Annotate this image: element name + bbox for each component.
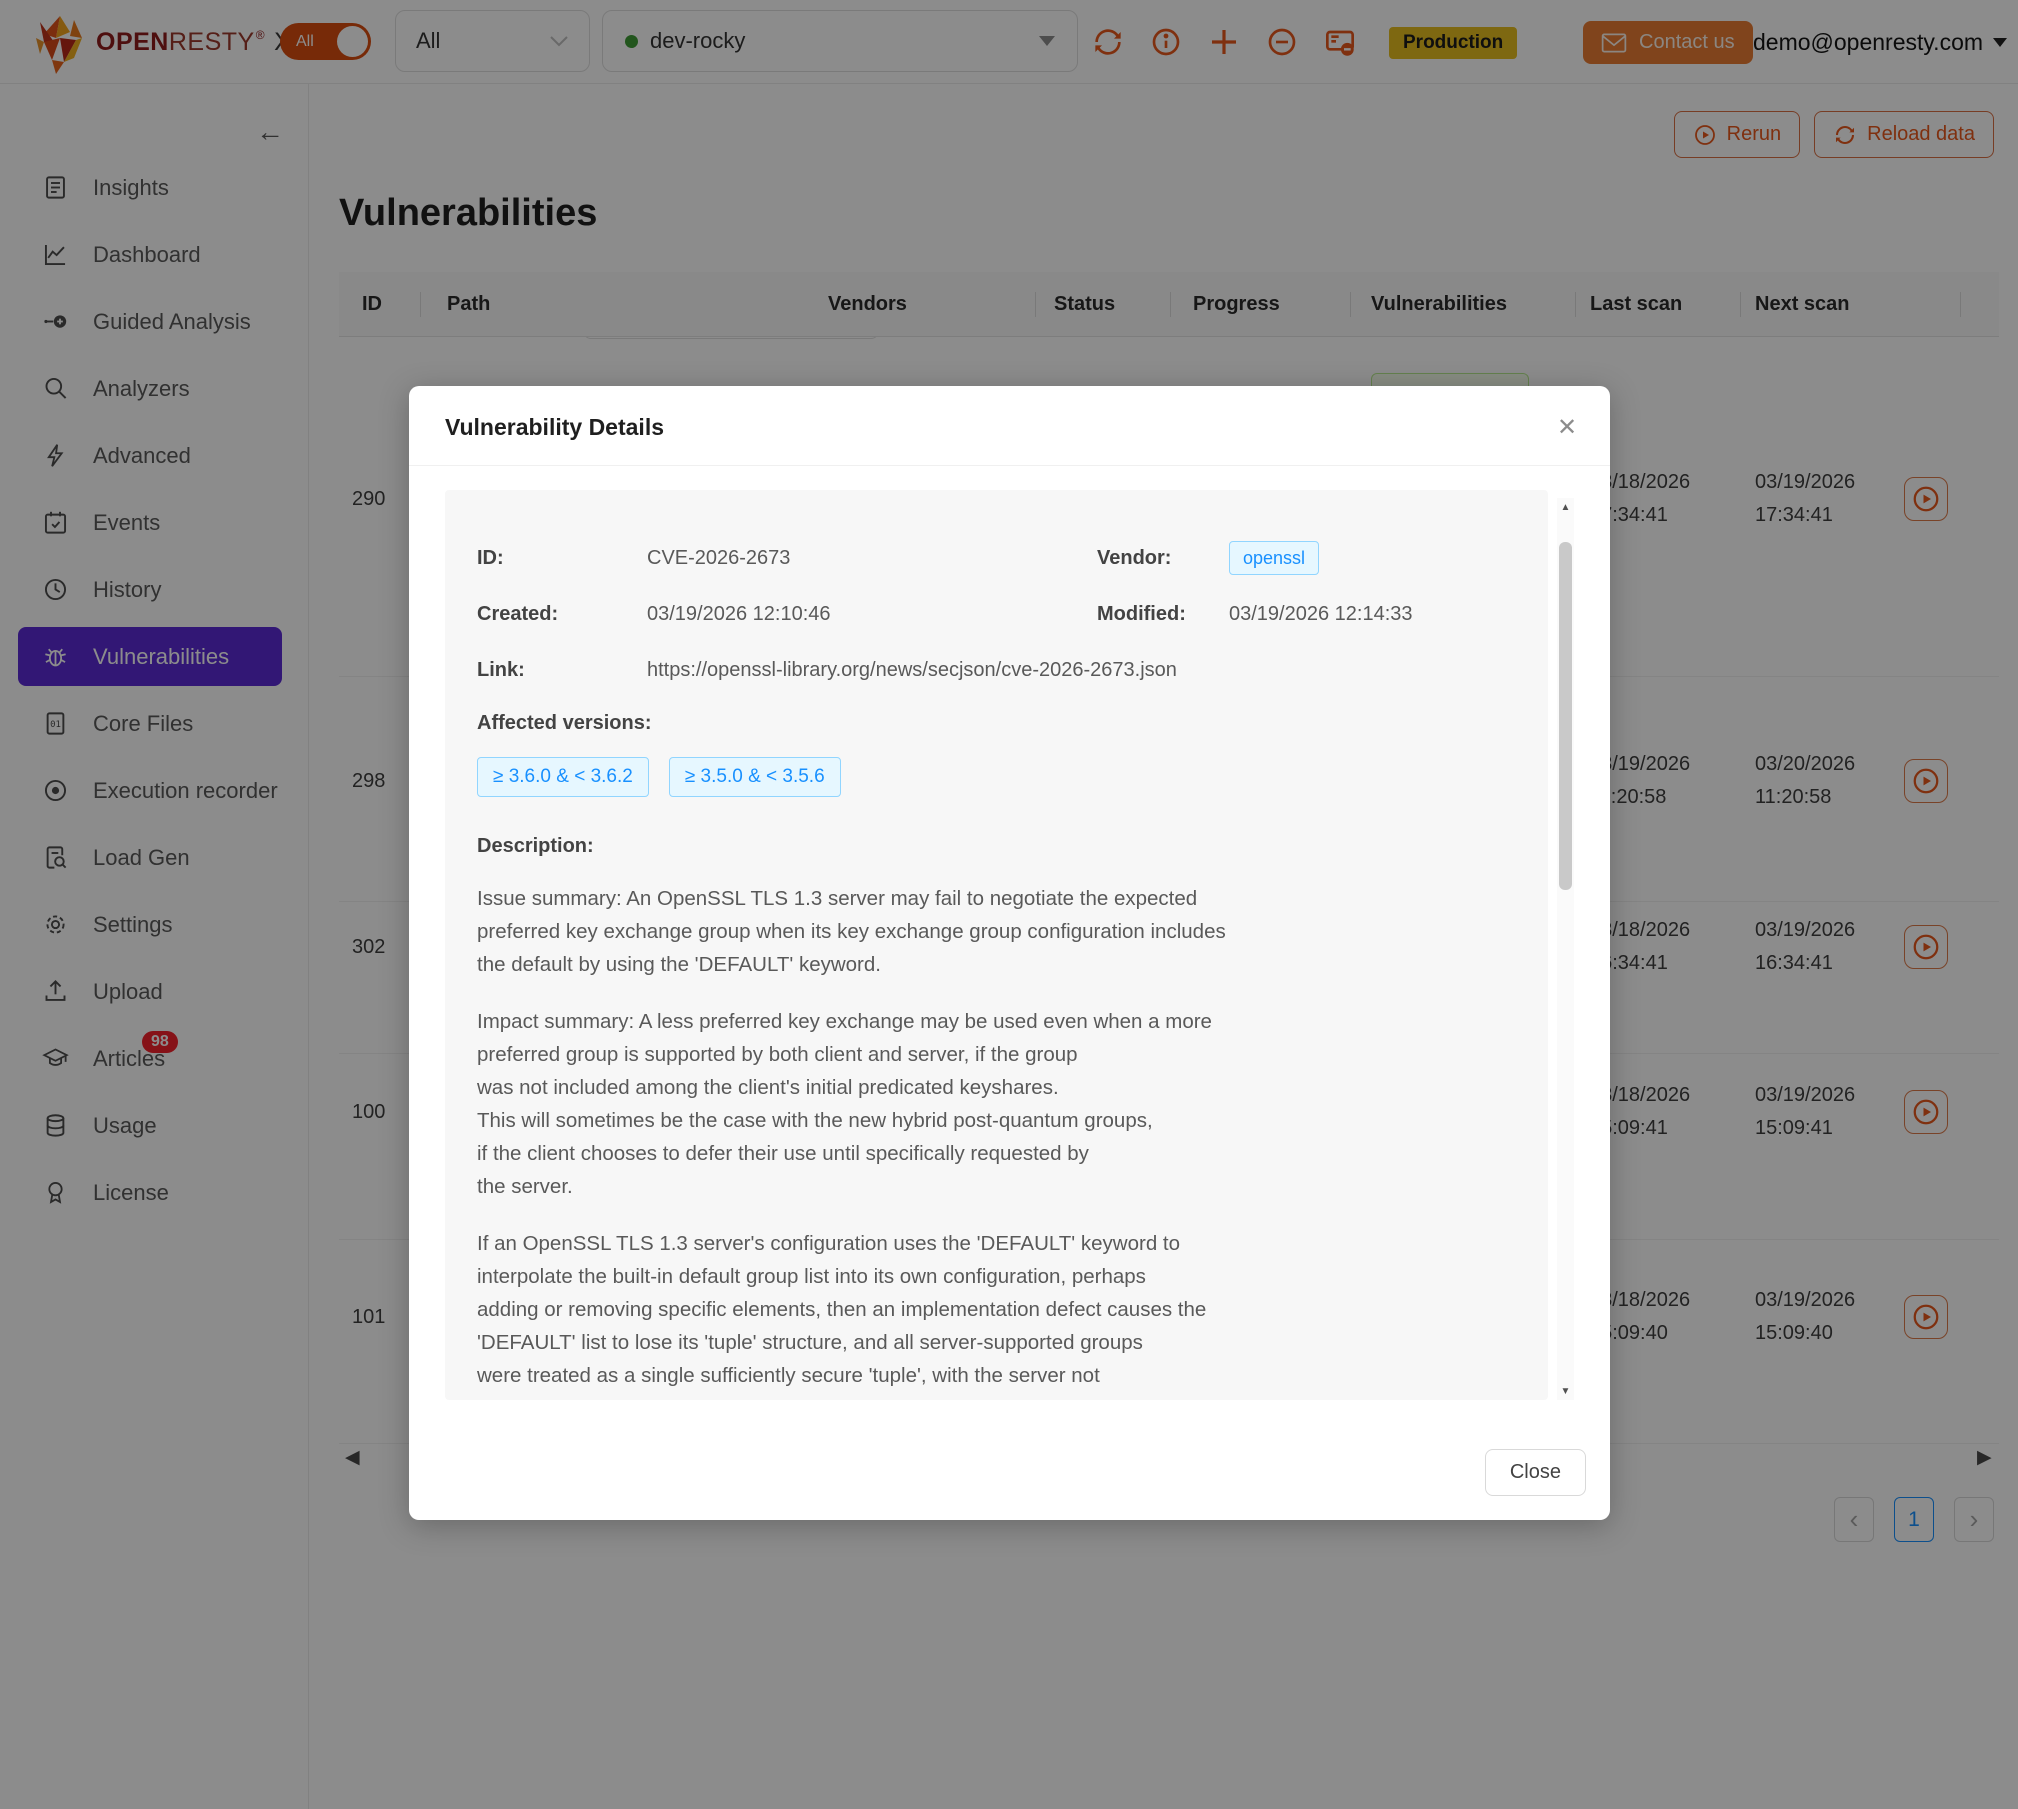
vendor-label: Vendor: bbox=[1097, 547, 1229, 570]
link-label: Link: bbox=[477, 659, 647, 682]
modified-value: 03/19/2026 12:14:33 bbox=[1229, 603, 1548, 626]
close-icon[interactable]: ✕ bbox=[1552, 412, 1582, 442]
affected-version-tag[interactable]: ≥ 3.5.0 & < 3.5.6 bbox=[669, 757, 841, 797]
created-value: 03/19/2026 12:10:46 bbox=[647, 603, 1097, 626]
vendor-tag[interactable]: openssl bbox=[1229, 541, 1319, 575]
modal-scrollbar[interactable]: ▲ ▼ bbox=[1557, 498, 1574, 1400]
description-label: Description: bbox=[477, 835, 1548, 858]
description-paragraph: Impact summary: A less preferred key exc… bbox=[477, 1005, 1548, 1203]
affected-version-tag[interactable]: ≥ 3.6.0 & < 3.6.2 bbox=[477, 757, 649, 797]
modal-footer: Close bbox=[1485, 1449, 1586, 1496]
vulnerability-details-modal: Vulnerability Details ✕ ID: CVE-2026-267… bbox=[409, 386, 1610, 1520]
id-label: ID: bbox=[477, 547, 647, 570]
close-button[interactable]: Close bbox=[1485, 1449, 1586, 1496]
modal-body: ID: CVE-2026-2673 Vendor: openssl Create… bbox=[445, 490, 1574, 1400]
modal-title: Vulnerability Details bbox=[445, 414, 664, 441]
details-panel: ID: CVE-2026-2673 Vendor: openssl Create… bbox=[445, 490, 1548, 1400]
modal-header: Vulnerability Details ✕ bbox=[409, 386, 1610, 466]
scrollbar-up-icon[interactable]: ▲ bbox=[1557, 498, 1574, 516]
description-paragraph: Issue summary: An OpenSSL TLS 1.3 server… bbox=[477, 882, 1548, 981]
advisory-link[interactable]: https://openssl-library.org/news/secjson… bbox=[647, 659, 1548, 682]
cve-id-value: CVE-2026-2673 bbox=[647, 547, 1097, 570]
modified-label: Modified: bbox=[1097, 603, 1229, 626]
created-label: Created: bbox=[477, 603, 647, 626]
affected-versions-label: Affected versions: bbox=[477, 712, 1548, 735]
description-paragraph: If an OpenSSL TLS 1.3 server's configura… bbox=[477, 1227, 1548, 1400]
scrollbar-thumb[interactable] bbox=[1559, 542, 1572, 890]
scrollbar-down-icon[interactable]: ▼ bbox=[1557, 1382, 1574, 1400]
